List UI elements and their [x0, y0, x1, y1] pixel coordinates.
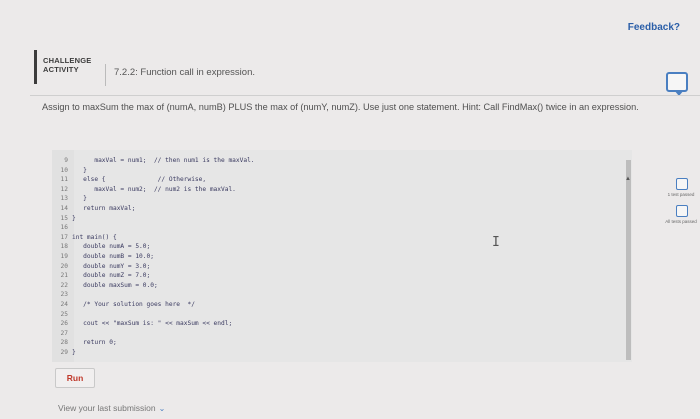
instructions: Assign to maxSum the max of (numA, numB)… — [42, 102, 639, 112]
test-status-1: 1 test passed — [667, 192, 695, 197]
editor-scrollbar[interactable] — [626, 160, 631, 360]
code-text: maxVal = num2; // num2 is the maxVal. — [72, 185, 236, 193]
code-text: } — [72, 195, 87, 203]
code-line[interactable]: 9 maxVal = num1; // then num1 is the max… — [52, 156, 255, 165]
code-text: double maxSum = 0.0; — [72, 281, 158, 289]
test-status-2: All tests passed — [665, 219, 697, 224]
code-line[interactable]: 25 — [52, 310, 72, 319]
code-line[interactable]: 21 double numZ = 7.0; — [52, 271, 151, 280]
code-text: double numY = 3.0; — [72, 262, 151, 270]
checkbox-icon — [676, 178, 688, 190]
speech-bubble-icon[interactable] — [666, 72, 688, 96]
code-line[interactable]: 12 maxVal = num2; // num2 is the maxVal. — [52, 185, 236, 194]
code-line[interactable]: 19 double numB = 10.0; — [52, 252, 154, 261]
code-line[interactable]: 24 /* Your solution goes here */ — [52, 300, 195, 309]
code-line[interactable]: 18 double numA = 5.0; — [52, 242, 151, 251]
text-cursor-icon: I — [492, 235, 500, 250]
code-line[interactable]: 29} — [52, 348, 76, 357]
code-editor[interactable]: 9 maxVal = num1; // then num1 is the max… — [52, 150, 632, 362]
line-number: 23 — [60, 291, 68, 299]
line-number: 9 — [64, 157, 68, 164]
activity-type-line1: CHALLENGE — [43, 56, 92, 65]
code-line[interactable]: 28 return 0; — [52, 338, 117, 347]
checkbox-icon — [676, 205, 688, 217]
code-text: } — [72, 166, 87, 174]
code-line[interactable]: 10 } — [52, 166, 87, 175]
code-text: else { // Otherwise, — [72, 176, 207, 184]
section-divider — [30, 95, 700, 96]
code-text: } — [72, 349, 76, 356]
line-number: 18 — [60, 243, 68, 251]
line-number: 29 — [60, 349, 68, 356]
line-number: 10 — [60, 166, 68, 174]
code-line[interactable]: 16 — [52, 223, 72, 232]
code-line[interactable]: 13 } — [52, 194, 87, 203]
chevron-down-icon: ⌄ — [158, 404, 166, 413]
code-line[interactable]: 15} — [52, 214, 76, 223]
line-number: 24 — [60, 301, 68, 308]
line-number: 27 — [60, 329, 68, 337]
line-number: 20 — [60, 262, 68, 270]
code-text: /* Your solution goes here */ — [72, 301, 195, 308]
code-text: } — [72, 214, 76, 222]
code-line[interactable]: 14 return maxVal; — [52, 204, 136, 213]
test-status-panel: 1 test passed All tests passed — [665, 178, 697, 224]
line-number: 14 — [60, 205, 68, 212]
line-number: 15 — [60, 214, 68, 222]
activity-type-line2: ACTIVITY — [43, 65, 79, 74]
code-text: double numZ = 7.0; — [72, 272, 151, 280]
code-line[interactable]: 11 else { // Otherwise, — [52, 175, 207, 184]
line-number: 19 — [60, 253, 68, 260]
line-number: 17 — [60, 233, 68, 241]
activity-title: 7.2.2: Function call in expression. — [105, 64, 255, 86]
code-line[interactable]: 17 int main() { — [52, 233, 117, 242]
code-line[interactable]: 22 double maxSum = 0.0; — [52, 281, 158, 290]
code-text: maxVal = num1; // then num1 is the maxVa… — [72, 157, 255, 164]
last-submission-label: View your last submission — [58, 403, 156, 413]
code-text: return 0; — [72, 339, 117, 347]
line-number: 13 — [60, 195, 68, 203]
line-number: 11 — [60, 176, 68, 184]
code-text: double numA = 5.0; — [72, 243, 151, 251]
code-line[interactable]: 23 — [52, 290, 72, 299]
feedback-link[interactable]: Feedback? — [628, 22, 680, 33]
line-number: 26 — [60, 320, 68, 328]
code-text: cout << "maxSum is: " << maxSum << endl; — [72, 320, 233, 328]
run-button[interactable]: Run — [55, 368, 95, 388]
line-number: 28 — [60, 339, 68, 347]
code-line[interactable]: 20 double numY = 3.0; — [52, 262, 151, 271]
challenge-activity-label: CHALLENGE ACTIVITY — [34, 50, 96, 84]
line-number: 22 — [60, 281, 68, 289]
line-number: 25 — [60, 310, 68, 318]
code-text: return maxVal; — [72, 205, 136, 212]
scroll-up-icon[interactable]: ▲ — [625, 176, 631, 182]
code-line[interactable]: 27 — [52, 329, 72, 338]
code-text: double numB = 10.0; — [72, 253, 154, 260]
code-text: int main() { — [72, 233, 117, 241]
line-number: 21 — [60, 272, 68, 280]
line-number: 12 — [60, 185, 68, 193]
code-line[interactable]: 26 cout << "maxSum is: " << maxSum << en… — [52, 319, 233, 328]
view-last-submission[interactable]: View your last submission ⌄ — [58, 403, 165, 413]
line-number: 16 — [60, 224, 68, 232]
